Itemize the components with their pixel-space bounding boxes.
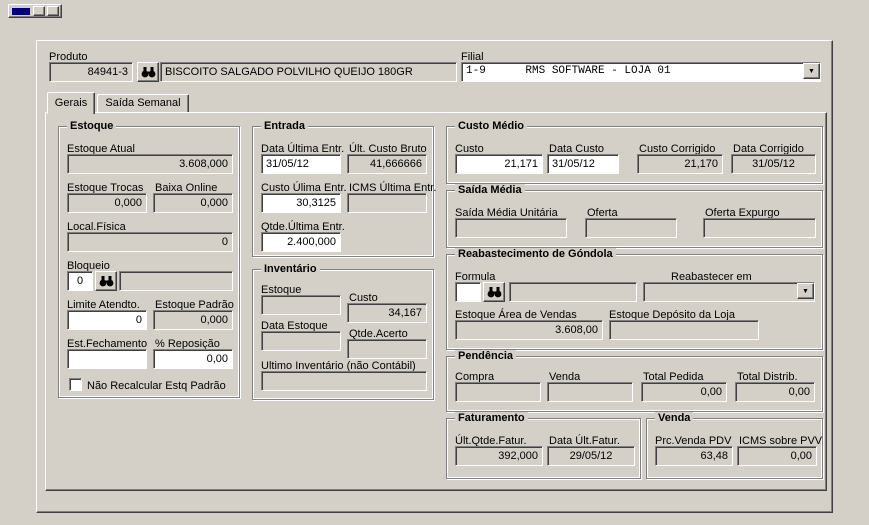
group-venda: Venda Prc.Venda PDV ICMS sobre PVV 63,48… (646, 412, 823, 479)
estoque-area-vendas-field: 3.608,00 (455, 320, 603, 340)
estoque-padrao-field: 0,000 (153, 310, 233, 330)
tab-gerais[interactable]: Gerais (47, 92, 95, 114)
main-panel: Produto 84941-3 BISCOITO SALGADO POLVILH… (36, 40, 833, 513)
oferta-field (585, 218, 677, 238)
chevron-down-icon: ▼ (808, 67, 815, 75)
tab-content-panel: Estoque Estoque Atual 3.608,000 Estoque … (45, 112, 827, 491)
inv-estoque-field (261, 295, 341, 315)
reabastecer-em-dropdown-button[interactable]: ▼ (797, 283, 814, 299)
limite-atendto-field[interactable]: 0 (67, 310, 147, 330)
group-saida-media-title: Saída Média (455, 184, 525, 196)
data-ult-fatur-field: 29/05/12 (547, 446, 635, 466)
filial-value: 1-9 RMS SOFTWARE - LOJA 01 (466, 65, 671, 77)
oferta-expurgo-field (703, 218, 816, 238)
group-venda-title: Venda (655, 412, 694, 424)
group-pendencia-title: Pendência (455, 350, 517, 362)
reabastecer-em-combobox[interactable]: ▼ (643, 282, 815, 302)
group-inventario-title: Inventário (261, 263, 320, 275)
nao-recalcular-checkbox[interactable] (69, 378, 82, 391)
bloqueio-desc-field (119, 271, 233, 291)
bloqueio-code-field[interactable]: 0 (67, 271, 93, 291)
group-custo-medio-title: Custo Médio (455, 120, 527, 132)
total-distrib-field: 0,00 (735, 382, 815, 402)
ultimo-inventario-field (261, 371, 427, 391)
group-reabastecimento: Reabastecimento de Góndola Formula Reaba… (446, 248, 823, 350)
group-estoque: Estoque Estoque Atual 3.608,000 Estoque … (58, 120, 240, 398)
group-entrada-title: Entrada (261, 120, 308, 132)
minimized-window-fragment (8, 4, 62, 18)
binoculars-icon (141, 66, 156, 78)
estoque-atual-field: 3.608,000 (67, 154, 233, 174)
produto-nome-field: BISCOITO SALGADO POLVILHO QUEIJO 180GR (160, 62, 457, 82)
product-search-button[interactable] (137, 62, 159, 82)
baixa-online-field: 0,000 (153, 193, 233, 213)
filial-dropdown-button[interactable]: ▼ (803, 63, 820, 79)
data-ultima-entr-field[interactable]: 31/05/12 (261, 154, 341, 174)
nao-recalcular-label: Não Recalcular Estq Padrão (87, 380, 226, 392)
estoque-deposito-field (609, 320, 759, 340)
pend-compra-field (455, 382, 541, 402)
binoculars-icon (99, 275, 114, 287)
pend-venda-field (547, 382, 633, 402)
icms-sobre-pvv-field: 0,00 (737, 446, 817, 466)
qtde-acerto-field (347, 339, 427, 359)
qtde-ultima-entr-field[interactable]: 2.400,000 (261, 232, 341, 252)
group-pendencia: Pendência Compra Venda Total Pedida Tota… (446, 350, 823, 412)
group-estoque-title: Estoque (67, 120, 117, 132)
chevron-down-icon: ▼ (802, 287, 809, 295)
estoque-trocas-field: 0,000 (67, 193, 147, 213)
cm-custo-corrigido-field: 21,170 (637, 154, 723, 174)
produto-code-field[interactable]: 84941-3 (49, 62, 133, 82)
data-estoque-field (261, 331, 341, 351)
cm-custo-field[interactable]: 21,171 (455, 154, 543, 174)
binoculars-icon (487, 286, 502, 298)
cm-data-corrigido-field: 31/05/12 (731, 154, 816, 174)
formula-desc-field (509, 282, 637, 302)
custo-ulima-entr-field[interactable]: 30,3125 (261, 193, 341, 213)
window-control-button[interactable] (47, 6, 59, 16)
inv-custo-field: 34,167 (347, 303, 427, 323)
window-control-button[interactable] (33, 6, 45, 16)
reposicao-field[interactable]: 0,00 (153, 349, 233, 369)
group-faturamento: Faturamento Últ.Qtde.Fatur. Data Últ.Fat… (446, 412, 641, 479)
group-inventario: Inventário Estoque Custo 34,167 Data Est… (252, 263, 434, 400)
minimized-titlebar (12, 8, 30, 15)
filial-combobox[interactable]: 1-9 RMS SOFTWARE - LOJA 01 ▼ (461, 62, 821, 82)
est-fechamento-field[interactable] (67, 349, 147, 369)
group-reabastecimento-title: Reabastecimento de Góndola (455, 248, 616, 260)
ult-custo-bruto-field: 41,666666 (347, 154, 427, 174)
application-window: { "header": { "produto_label": "Produto"… (0, 0, 869, 525)
bloqueio-search-button[interactable] (95, 271, 117, 291)
saida-media-unitaria-field (455, 218, 567, 238)
local-fisica-field: 0 (67, 232, 233, 252)
cm-data-custo-field[interactable]: 31/05/12 (547, 154, 619, 174)
group-faturamento-title: Faturamento (455, 412, 528, 424)
group-entrada: Entrada Data Última Entr. Últ. Custo Bru… (252, 120, 436, 257)
formula-search-button[interactable] (483, 282, 505, 302)
group-custo-medio: Custo Médio Custo Data Custo Custo Corri… (446, 120, 823, 184)
icms-ultima-entr-field (347, 193, 427, 213)
group-saida-media: Saída Média Saída Média Unitária Oferta … (446, 184, 823, 248)
tab-saida-semanal[interactable]: Saída Semanal (97, 94, 189, 112)
prc-venda-pdv-field: 63,48 (655, 446, 733, 466)
ult-qtde-fatur-field: 392,000 (455, 446, 543, 466)
total-pedida-field: 0,00 (641, 382, 727, 402)
formula-code-field[interactable] (455, 282, 481, 302)
